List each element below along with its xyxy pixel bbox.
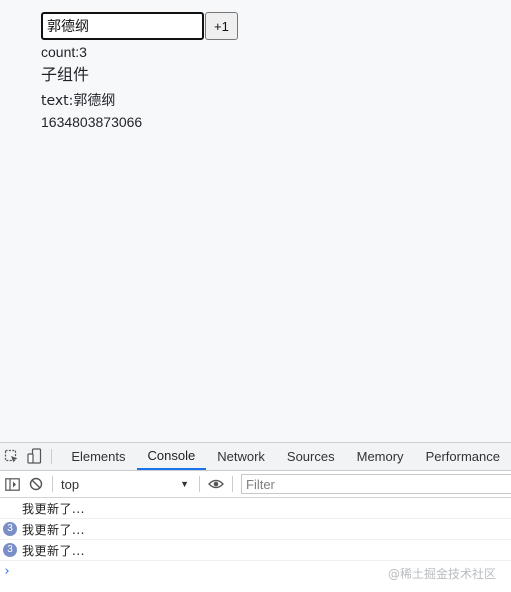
- count-value: 3: [79, 44, 87, 60]
- increment-button[interactable]: +1: [205, 12, 238, 40]
- devtools-tabbar: Elements Console Network Sources Memory …: [0, 443, 511, 471]
- text-value: 郭德纲: [73, 93, 116, 109]
- tab-console[interactable]: Console: [136, 443, 207, 470]
- tab-memory[interactable]: Memory: [346, 443, 415, 470]
- console-log-message: 我更新了...: [22, 543, 85, 558]
- tabbar-divider: [51, 449, 53, 464]
- filter-input[interactable]: [241, 474, 511, 494]
- console-log-row: 我更新了...: [0, 498, 511, 519]
- count-label: count:: [41, 44, 80, 60]
- repeat-count-badge: 3: [3, 543, 17, 557]
- dropdown-caret-icon: ▼: [180, 479, 189, 489]
- console-prompt[interactable]: › @稀土掘金技术社区: [0, 561, 511, 582]
- inspect-element-icon[interactable]: [0, 443, 23, 470]
- console-log-message: 我更新了...: [22, 501, 85, 516]
- devtools-panel: Elements Console Network Sources Memory …: [0, 442, 511, 592]
- device-toolbar-icon[interactable]: [23, 443, 46, 470]
- context-value: top: [61, 476, 80, 492]
- tab-elements[interactable]: Elements: [60, 443, 136, 470]
- repeat-count-badge: 3: [3, 522, 17, 536]
- console-log-message: 我更新了...: [22, 522, 85, 537]
- toolbar-divider: [52, 476, 53, 492]
- text-label: text:: [41, 93, 74, 109]
- live-expression-eye-icon[interactable]: [204, 471, 228, 497]
- child-text-display: text:郭德纲: [41, 93, 511, 110]
- prompt-chevron-icon: ›: [3, 563, 11, 579]
- toolbar-divider: [232, 476, 233, 492]
- tab-performance[interactable]: Performance: [415, 443, 511, 470]
- clear-console-icon[interactable]: [24, 471, 48, 497]
- watermark-text: @稀土掘金技术社区: [387, 567, 496, 581]
- tab-network[interactable]: Network: [206, 443, 276, 470]
- toolbar-divider: [199, 476, 200, 492]
- app-root: +1 count:3 子组件 text:郭德纲 1634803873066: [41, 12, 511, 131]
- child-component-title: 子组件: [41, 65, 90, 84]
- console-toolbar: top ▼: [0, 471, 511, 498]
- input-row: +1: [41, 12, 511, 40]
- count-display: count:3: [41, 44, 511, 60]
- console-log-row: 3 我更新了...: [0, 519, 511, 540]
- show-sidebar-icon[interactable]: [0, 471, 24, 497]
- tab-sources[interactable]: Sources: [276, 443, 346, 470]
- timestamp-display: 1634803873066: [41, 114, 143, 130]
- name-input[interactable]: [41, 12, 204, 40]
- console-output: 我更新了... 3 我更新了... 3 我更新了... › @稀土掘金技术社区: [0, 498, 511, 581]
- context-selector[interactable]: top ▼: [57, 477, 195, 492]
- console-log-row: 3 我更新了...: [0, 540, 511, 561]
